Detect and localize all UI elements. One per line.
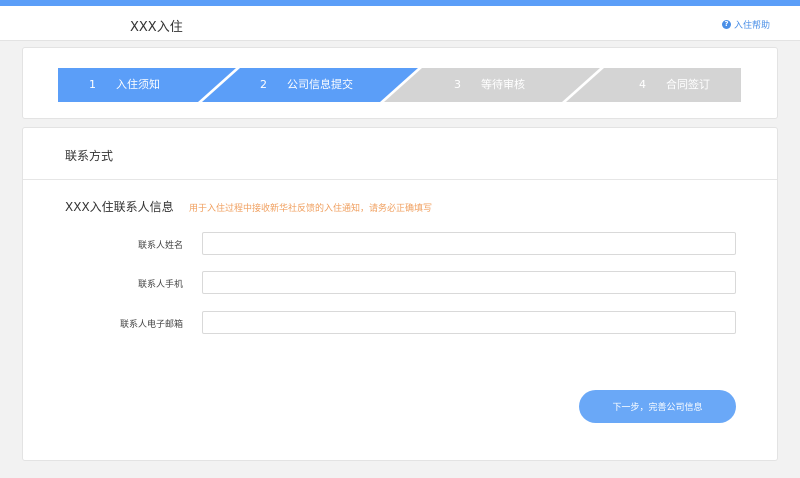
contact-name-label: 联系人姓名 bbox=[137, 241, 183, 251]
form-header bbox=[23, 128, 777, 180]
section-title: 联系方式 bbox=[65, 149, 114, 163]
progress-steps: 1 入住须知 2 公司信息提交 3 等待审核 4 合同签订 bbox=[58, 68, 741, 102]
header: XXX入住 ? 入住帮助 bbox=[0, 6, 800, 41]
step-1-label: 入住须知 bbox=[116, 78, 160, 91]
step-1-number: 1 bbox=[89, 78, 96, 91]
contact-email-input[interactable] bbox=[202, 311, 736, 334]
step-3-number: 3 bbox=[454, 78, 461, 91]
step-4-label: 合同签订 bbox=[666, 78, 710, 91]
step-2: 2 公司信息提交 bbox=[260, 68, 353, 102]
contact-info-title: XXX入住联系人信息 bbox=[65, 200, 174, 214]
step-3: 3 等待审核 bbox=[454, 68, 525, 102]
step-4-number: 4 bbox=[639, 78, 646, 91]
step-4: 4 合同签订 bbox=[639, 68, 710, 102]
step-3-label: 等待审核 bbox=[481, 78, 525, 91]
next-step-button[interactable]: 下一步，完善公司信息 bbox=[579, 390, 736, 423]
contact-name-input[interactable] bbox=[202, 232, 736, 255]
contact-phone-label: 联系人手机 bbox=[137, 280, 183, 290]
brand-title: XXX入住 bbox=[130, 20, 183, 35]
progress-steps-card: 1 入住须知 2 公司信息提交 3 等待审核 4 合同签订 bbox=[22, 47, 778, 119]
help-link[interactable]: ? 入住帮助 bbox=[721, 18, 770, 31]
question-circle-icon: ? bbox=[721, 20, 731, 29]
step-1: 1 入住须知 bbox=[89, 68, 160, 102]
contact-email-label: 联系人电子邮箱 bbox=[119, 320, 183, 330]
help-label: 入住帮助 bbox=[733, 21, 770, 31]
step-2-label: 公司信息提交 bbox=[287, 78, 353, 91]
contact-phone-input[interactable] bbox=[202, 271, 736, 294]
contact-info-hint: 用于入住过程中接收新华社反馈的入住通知，请务必正确填写 bbox=[189, 204, 433, 214]
contact-form-card: 联系方式 XXX入住联系人信息 用于入住过程中接收新华社反馈的入住通知，请务必正… bbox=[22, 127, 778, 461]
step-2-number: 2 bbox=[260, 78, 267, 91]
